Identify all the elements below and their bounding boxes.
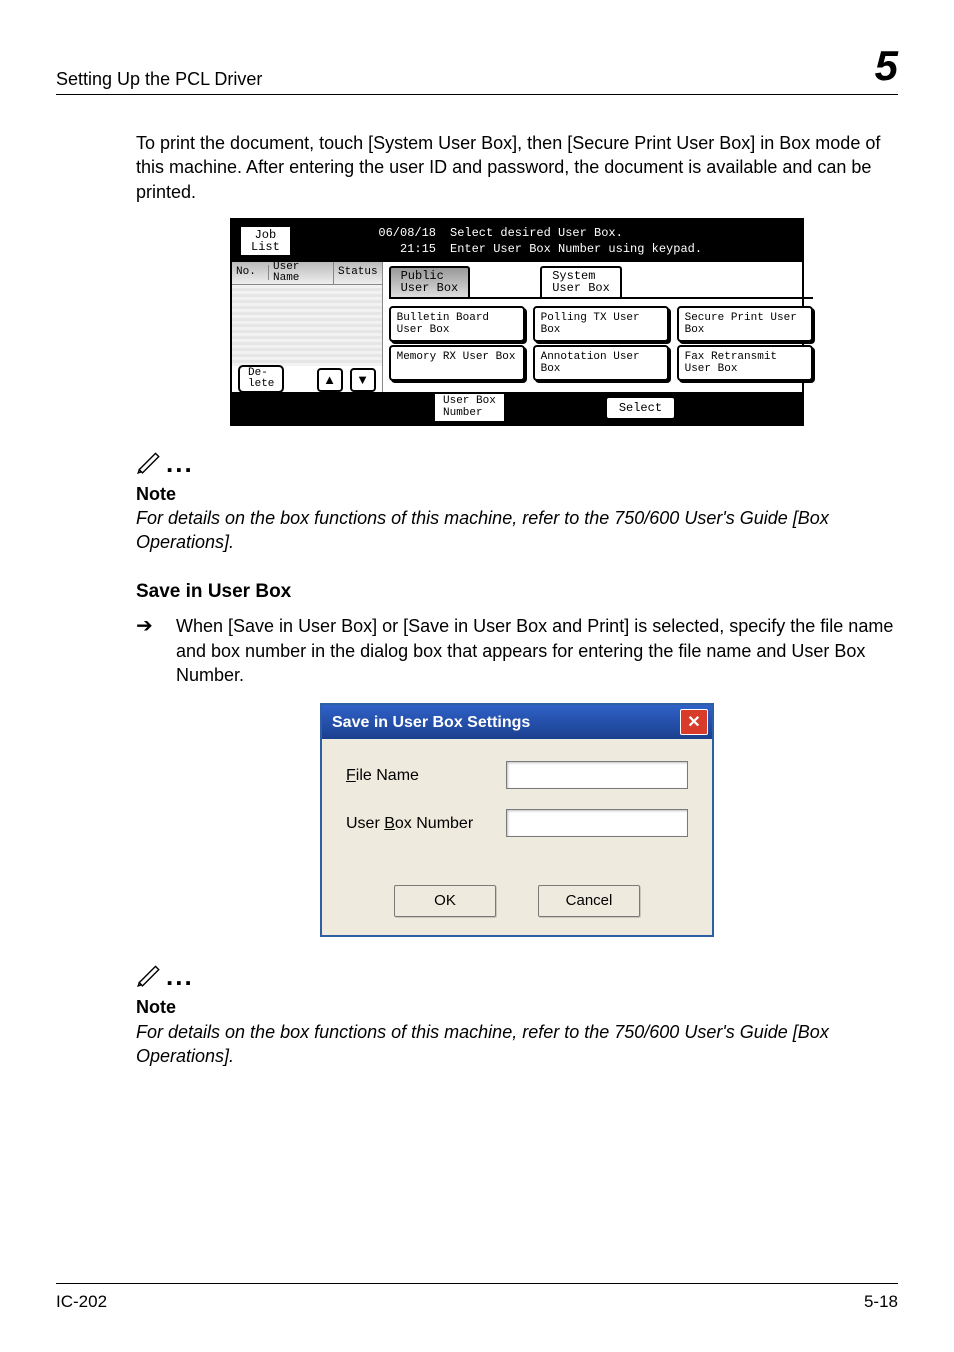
running-header: Setting Up the PCL Driver 5 bbox=[56, 42, 898, 95]
arrow-icon: ➔ bbox=[136, 614, 176, 638]
subhead-save-in-user-box: Save in User Box bbox=[136, 579, 898, 605]
scroll-up-button[interactable]: ▲ bbox=[317, 368, 343, 392]
note-block-1: ... Note For details on the box function… bbox=[136, 448, 898, 555]
user-box-number-field[interactable]: User Box Number bbox=[434, 393, 505, 422]
col-user: User Name bbox=[269, 262, 334, 284]
col-status: Status bbox=[334, 265, 382, 280]
note-title: Note bbox=[136, 995, 898, 1019]
close-icon[interactable]: ✕ bbox=[680, 709, 708, 735]
note-icon bbox=[136, 448, 162, 478]
note-body: For details on the box functions of this… bbox=[136, 1020, 898, 1069]
footer-left: IC-202 bbox=[56, 1292, 107, 1312]
chapter-number: 5 bbox=[875, 42, 898, 90]
procedure-item: ➔ When [Save in User Box] or [Save in Us… bbox=[136, 614, 898, 687]
user-box-number-input[interactable] bbox=[506, 809, 688, 837]
box-annotation[interactable]: Annotation User Box bbox=[533, 345, 669, 381]
note-ellipsis-icon: ... bbox=[166, 450, 194, 476]
scroll-down-button[interactable]: ▼ bbox=[350, 368, 376, 392]
col-no: No. bbox=[232, 265, 269, 280]
mfp-panel-figure: Job List 06/08/18 21:15 Select desired U… bbox=[230, 218, 804, 426]
box-polling-tx[interactable]: Polling TX User Box bbox=[533, 306, 669, 342]
panel-msg2: Enter User Box Number using keypad. bbox=[450, 241, 802, 257]
body-column: To print the document, touch [System Use… bbox=[136, 131, 898, 1068]
cancel-button[interactable]: Cancel bbox=[538, 885, 640, 917]
job-list-header: No. User Name Status bbox=[232, 262, 382, 285]
note-body: For details on the box functions of this… bbox=[136, 506, 898, 555]
delete-button[interactable]: De- lete bbox=[238, 365, 284, 393]
job-list-body bbox=[232, 285, 382, 366]
tab-public-user-box[interactable]: Public User Box bbox=[389, 266, 471, 297]
panel-datetime: 06/08/18 21:15 bbox=[378, 225, 436, 257]
box-bulletin-board[interactable]: Bulletin Board User Box bbox=[389, 306, 525, 342]
file-name-input[interactable] bbox=[506, 761, 688, 789]
ok-button[interactable]: OK bbox=[394, 885, 496, 917]
select-button[interactable]: Select bbox=[605, 396, 676, 420]
job-list-button[interactable]: Job List bbox=[240, 226, 291, 256]
note-title: Note bbox=[136, 482, 898, 506]
label-file-name: File Name bbox=[346, 765, 506, 787]
note-icon bbox=[136, 961, 162, 991]
box-secure-print[interactable]: Secure Print User Box bbox=[677, 306, 813, 342]
box-fax-retransmit[interactable]: Fax Retransmit User Box bbox=[677, 345, 813, 381]
box-memory-rx[interactable]: Memory RX User Box bbox=[389, 345, 525, 381]
dialog-title: Save in User Box Settings bbox=[332, 712, 530, 734]
note-block-2: ... Note For details on the box function… bbox=[136, 961, 898, 1068]
note-ellipsis-icon: ... bbox=[166, 963, 194, 989]
procedure-text: When [Save in User Box] or [Save in User… bbox=[176, 614, 898, 687]
running-header-left: Setting Up the PCL Driver bbox=[56, 69, 262, 90]
intro-paragraph: To print the document, touch [System Use… bbox=[136, 131, 898, 204]
footer-right: 5-18 bbox=[864, 1292, 898, 1312]
label-user-box-number: User Box Number bbox=[346, 813, 506, 835]
panel-msg1: Select desired User Box. bbox=[450, 225, 802, 241]
page-footer: IC-202 5-18 bbox=[56, 1283, 898, 1312]
tab-system-user-box[interactable]: System User Box bbox=[540, 266, 622, 297]
save-in-user-box-dialog: Save in User Box Settings ✕ File Name Us… bbox=[320, 703, 714, 937]
